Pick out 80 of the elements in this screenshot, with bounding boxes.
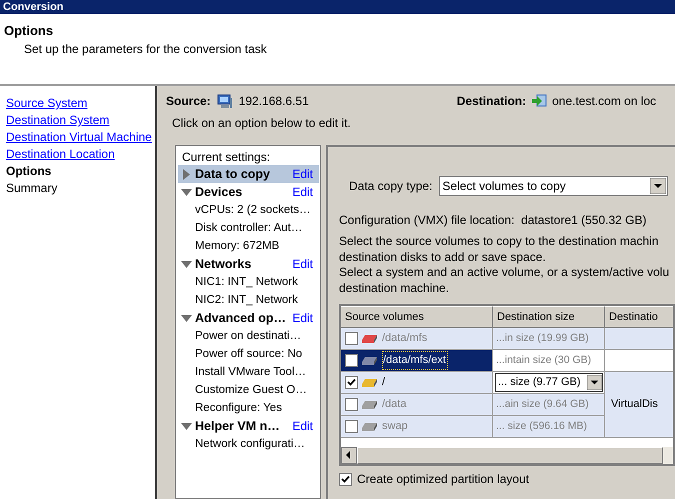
checkbox[interactable] <box>345 420 358 433</box>
column-header[interactable]: Source volumes <box>341 306 493 328</box>
computer-icon <box>216 94 233 108</box>
arrow-server-icon <box>531 93 548 109</box>
source-address: 192.168.6.51 <box>238 93 309 110</box>
setting-value: Memory: 672MB <box>194 239 280 254</box>
dropdown-value: ... size (9.77 GB) <box>498 375 582 390</box>
checkbox[interactable] <box>345 398 358 411</box>
checkbox[interactable] <box>345 376 358 389</box>
setting-value: Customize Guest O… <box>194 383 308 398</box>
column-header[interactable]: Destinatio <box>605 306 673 328</box>
setting-value: vCPUs: 2 (2 sockets… <box>194 203 312 218</box>
nav-item[interactable]: Destination Location <box>6 146 115 163</box>
table-cell: ...ain size (9.64 GB) <box>493 394 605 416</box>
setting-value: NIC1: INT_ Network <box>194 275 299 290</box>
settings-title: Current settings: <box>181 149 272 165</box>
setting-value: Power off source: No <box>194 347 304 362</box>
volume-name: /data/mfs/ext <box>382 351 448 370</box>
window-title: Conversion <box>3 1 64 13</box>
page-title: Options <box>4 23 54 39</box>
setting-value: Reconfigure: Yes <box>194 401 283 416</box>
checkbox[interactable] <box>345 332 358 345</box>
setting-value: Power on destinati… <box>194 329 302 344</box>
table-cell: ... size (596.16 MB) <box>493 416 605 438</box>
checkbox[interactable] <box>345 354 358 367</box>
destination-host: one.test.com on loc <box>552 93 656 110</box>
dropdown-value: Select volumes to copy <box>442 178 567 195</box>
destination-label: Destination: <box>456 93 526 110</box>
volume-name: / <box>382 375 386 390</box>
volume-name: /data <box>382 397 406 412</box>
group-label: Helper VM n… <box>195 418 281 435</box>
expanded-triangle-icon[interactable] <box>181 422 192 430</box>
nav-item[interactable]: Options <box>6 163 52 180</box>
expanded-triangle-icon[interactable] <box>181 314 192 322</box>
collapsed-triangle-icon[interactable] <box>183 168 190 180</box>
edit-link[interactable]: Edit <box>292 417 313 435</box>
edit-link[interactable]: Edit <box>292 309 313 327</box>
copy-type-label: Data copy type: <box>349 178 432 195</box>
settings-group[interactable]: Devices Edit <box>178 183 319 201</box>
config-location: Configuration (VMX) file location: datastore1 (550.32 GB) <box>339 213 648 228</box>
expanded-triangle-icon[interactable] <box>181 188 192 196</box>
dropdown-arrow-icon[interactable] <box>650 178 666 194</box>
edit-link[interactable]: Edit <box>292 183 313 201</box>
nav-item[interactable]: Source System <box>6 95 88 112</box>
settings-group[interactable]: Networks Edit <box>178 255 319 273</box>
group-label: Data to copy <box>195 166 272 183</box>
group-label: Devices <box>195 184 244 201</box>
settings-group[interactable]: Helper VM n… Edit <box>178 417 319 435</box>
table-cell <box>605 328 673 350</box>
nav-item[interactable]: Destination Virtual Machine <box>6 129 152 146</box>
settings-group[interactable]: Data to copy Edit <box>178 165 319 183</box>
table-cell: VirtualDis <box>605 372 673 438</box>
dropdown-arrow-icon[interactable] <box>587 375 602 390</box>
column-header[interactable]: Destination size <box>493 306 605 328</box>
source-label: Source: <box>166 93 211 110</box>
setting-value: Network configurati… <box>194 437 306 452</box>
group-label: Advanced op… <box>195 310 287 327</box>
table-cell: ...in size (19.99 GB) <box>493 328 605 350</box>
table-cell: ...intain size (30 GB) <box>493 350 605 372</box>
volume-name: swap <box>382 419 408 434</box>
volume-name: /data/mfs <box>382 331 428 346</box>
checkbox[interactable] <box>339 472 352 486</box>
optimize-label: Create optimized partition layout <box>357 471 530 488</box>
setting-value: Install VMware Tool… <box>194 365 307 380</box>
settings-group[interactable]: Advanced op… Edit <box>178 309 319 327</box>
expanded-triangle-icon[interactable] <box>181 260 192 268</box>
nav-item[interactable]: Summary <box>6 180 58 197</box>
size-dropdown[interactable]: ... size (9.77 GB) <box>495 373 603 392</box>
page-subtitle: Set up the parameters for the conversion task <box>23 42 268 57</box>
setting-value: NIC2: INT_ Network <box>194 293 299 308</box>
edit-link[interactable]: Edit <box>292 165 313 183</box>
help-text: Select the source volumes to copy to the destination machin destination disks to add or save space. Select a system and an active volume, or a system/active volu destination machine. <box>339 234 670 296</box>
volume-row[interactable]: /data/mfs/ext <box>341 350 493 372</box>
group-label: Networks <box>195 256 252 273</box>
edit-link[interactable]: Edit <box>292 255 313 273</box>
nav-item[interactable]: Destination System <box>6 112 110 129</box>
volume-row[interactable]: / <box>341 372 493 394</box>
setting-value: Disk controller: Aut… <box>194 221 304 236</box>
copy-type-dropdown[interactable]: Select volumes to copy <box>439 176 668 196</box>
instruction-text: Click on an option below to edit it. <box>171 116 352 131</box>
